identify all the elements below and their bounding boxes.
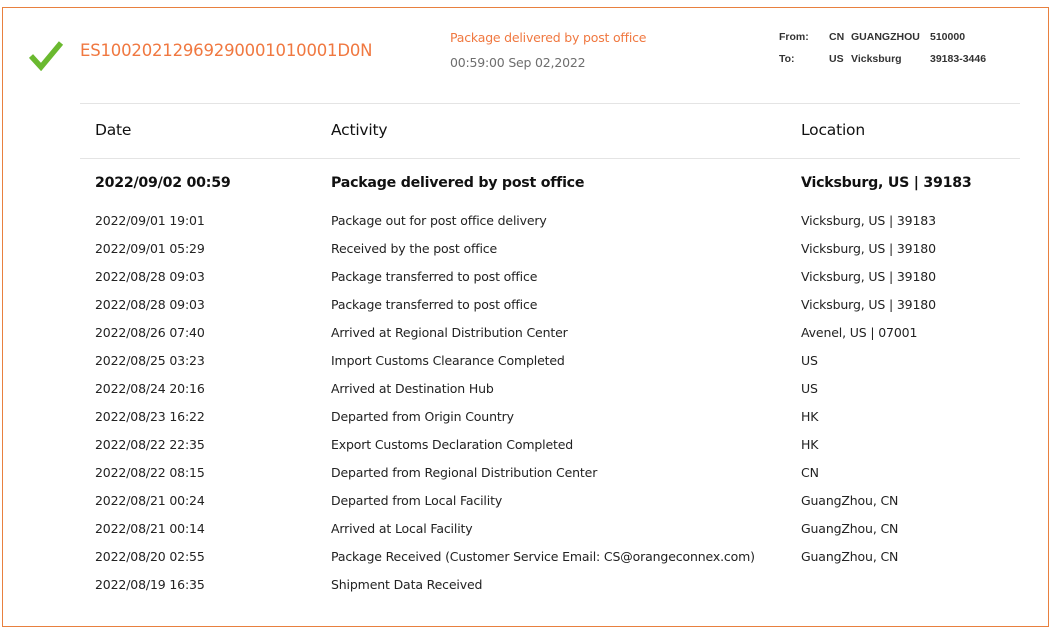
event-date: 2022/09/02 00:59 xyxy=(95,175,231,191)
event-date: 2022/08/21 00:24 xyxy=(95,493,205,508)
event-date: 2022/08/24 20:16 xyxy=(95,381,205,396)
from-city: GUANGZHOU xyxy=(851,31,920,43)
event-activity: Departed from Regional Distribution Cent… xyxy=(331,465,598,480)
event-location: Avenel, US | 07001 xyxy=(801,325,918,340)
column-header-activity: Activity xyxy=(331,121,388,139)
event-date: 2022/08/25 03:23 xyxy=(95,353,205,368)
from-postal: 510000 xyxy=(930,31,966,43)
event-location: HK xyxy=(801,409,819,424)
tracking-number: ES10020212969290001010001D0N xyxy=(80,41,373,60)
event-activity: Import Customs Clearance Completed xyxy=(331,353,565,368)
to-city: Vicksburg xyxy=(851,53,902,65)
event-date: 2022/08/19 16:35 xyxy=(95,577,205,592)
event-activity: Package delivered by post office xyxy=(331,175,585,191)
event-activity: Shipment Data Received xyxy=(331,577,483,592)
event-date: 2022/09/01 19:01 xyxy=(95,213,205,228)
column-header-location: Location xyxy=(801,121,865,139)
event-activity: Package out for post office delivery xyxy=(331,213,547,228)
table-header-divider xyxy=(80,158,1020,159)
event-date: 2022/08/26 07:40 xyxy=(95,325,205,340)
event-activity: Received by the post office xyxy=(331,241,498,256)
event-activity: Arrived at Regional Distribution Center xyxy=(331,325,568,340)
event-activity: Arrived at Local Facility xyxy=(331,521,473,536)
event-activity: Package transferred to post office xyxy=(331,297,538,312)
event-activity: Package Received (Customer Service Email… xyxy=(331,549,755,564)
event-date: 2022/08/21 00:14 xyxy=(95,521,205,536)
event-location: Vicksburg, US | 39180 xyxy=(801,297,936,312)
event-date: 2022/08/28 09:03 xyxy=(95,269,205,284)
to-label: To: xyxy=(779,53,795,65)
to-country: US xyxy=(829,53,844,65)
column-header-date: Date xyxy=(95,121,132,139)
event-location: CN xyxy=(801,465,819,480)
event-location: Vicksburg, US | 39183 xyxy=(801,175,972,191)
event-location: Vicksburg, US | 39180 xyxy=(801,269,936,284)
event-date: 2022/08/20 02:55 xyxy=(95,549,205,564)
latest-status: Package delivered by post office xyxy=(450,30,647,45)
event-location: GuangZhou, CN xyxy=(801,549,899,564)
event-activity: Departed from Origin Country xyxy=(331,409,514,424)
latest-status-time: 00:59:00 Sep 02,2022 xyxy=(450,55,586,70)
event-location: Vicksburg, US | 39180 xyxy=(801,241,936,256)
event-activity: Arrived at Destination Hub xyxy=(331,381,494,396)
event-date: 2022/08/28 09:03 xyxy=(95,297,205,312)
event-location: HK xyxy=(801,437,819,452)
event-location: GuangZhou, CN xyxy=(801,521,899,536)
event-location: GuangZhou, CN xyxy=(801,493,899,508)
header-divider xyxy=(80,103,1020,104)
event-date: 2022/08/22 08:15 xyxy=(95,465,205,480)
event-location: US xyxy=(801,353,818,368)
event-date: 2022/09/01 05:29 xyxy=(95,241,205,256)
from-label: From: xyxy=(779,31,809,43)
event-location: US xyxy=(801,381,818,396)
event-activity: Export Customs Declaration Completed xyxy=(331,437,574,452)
to-postal: 39183-3446 xyxy=(930,53,987,65)
event-activity: Package transferred to post office xyxy=(331,269,538,284)
from-country: CN xyxy=(829,31,845,43)
event-date: 2022/08/22 22:35 xyxy=(95,437,205,452)
event-activity: Departed from Local Facility xyxy=(331,493,503,508)
checkmark-icon xyxy=(28,41,64,71)
event-location: Vicksburg, US | 39183 xyxy=(801,213,936,228)
event-date: 2022/08/23 16:22 xyxy=(95,409,205,424)
